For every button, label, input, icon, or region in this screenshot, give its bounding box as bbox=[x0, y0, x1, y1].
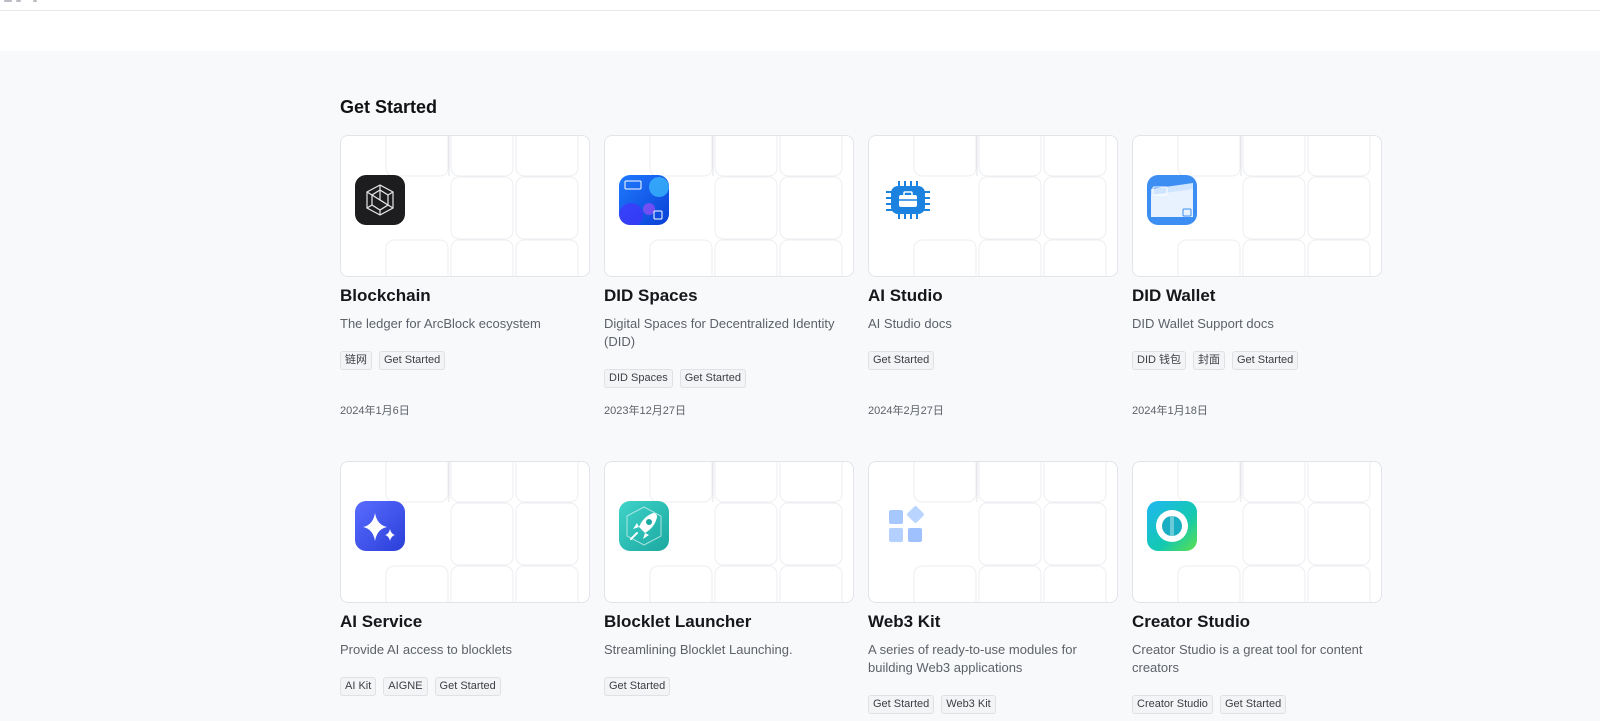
card-description: DID Wallet Support docs bbox=[1132, 316, 1274, 331]
card-title: Blocklet Launcher bbox=[604, 612, 752, 631]
card-thumbnail bbox=[1132, 461, 1382, 603]
card-thumbnail bbox=[1132, 135, 1382, 277]
did-spaces-icon bbox=[619, 175, 669, 225]
card-description: Digital Spaces for Decentralized Identit… bbox=[604, 316, 835, 349]
tag[interactable]: AI Kit bbox=[340, 677, 377, 696]
card-title: Blockchain bbox=[340, 286, 431, 305]
tag[interactable]: Get Started bbox=[379, 351, 446, 370]
header-divider bbox=[0, 10, 1600, 11]
section-title: Get Started bbox=[340, 97, 438, 117]
card-thumbnail bbox=[604, 135, 854, 277]
tag[interactable]: Web3 Kit bbox=[941, 695, 996, 714]
tag[interactable]: DID 钱包 bbox=[1132, 351, 1186, 370]
card-tags: DID 钱包 封面 Get Started bbox=[1132, 351, 1299, 370]
tag[interactable]: Get Started bbox=[679, 369, 746, 388]
card-tags: Get Started bbox=[868, 351, 935, 370]
tag[interactable]: Get Started bbox=[1232, 351, 1299, 370]
card-thumbnail bbox=[868, 461, 1118, 603]
card-title: Web3 Kit bbox=[868, 612, 941, 631]
card-title: Creator Studio bbox=[1132, 612, 1251, 631]
card-tags: Get Started bbox=[604, 677, 671, 696]
card-description: Streamlining Blocklet Launching. bbox=[604, 642, 793, 657]
tag[interactable]: Creator Studio bbox=[1132, 695, 1213, 714]
card-tags: Get Started Web3 Kit bbox=[868, 695, 996, 714]
tag[interactable]: AIGNE bbox=[383, 677, 428, 696]
creator-studio-ring-icon bbox=[1147, 501, 1197, 551]
tag[interactable]: Get Started bbox=[604, 677, 671, 696]
web3-kit-blocks-icon bbox=[883, 501, 933, 551]
card-description: The ledger for ArcBlock ecosystem bbox=[340, 316, 541, 331]
card-thumbnail bbox=[340, 135, 590, 277]
tag[interactable]: DID Spaces bbox=[604, 369, 673, 388]
card-description: A series of ready-to-use modules for bui… bbox=[868, 642, 1077, 675]
header-logo-fragment bbox=[0, 0, 70, 4]
tag[interactable]: Get Started bbox=[1219, 695, 1287, 714]
card-description: AI Studio docs bbox=[868, 316, 952, 331]
card-tags: DID Spaces Get Started bbox=[604, 369, 746, 388]
ai-studio-chip-icon bbox=[883, 175, 933, 225]
card-title: DID Wallet bbox=[1132, 286, 1216, 305]
did-wallet-icon bbox=[1147, 175, 1197, 225]
card-tags: Creator Studio Get Started bbox=[1132, 695, 1287, 714]
card-date: 2024年2月27日 bbox=[868, 405, 944, 417]
card-date: 2024年1月6日 bbox=[340, 405, 410, 417]
card-description: Creator Studio is a great tool for conte… bbox=[1132, 642, 1363, 675]
card-tags: 链网 Get Started bbox=[340, 351, 446, 370]
card-tags: AI Kit AIGNE Get Started bbox=[340, 677, 501, 696]
blockchain-cube-icon bbox=[355, 175, 405, 225]
card-title: AI Service bbox=[340, 612, 423, 631]
tag[interactable]: Get Started bbox=[434, 677, 501, 696]
tag[interactable]: Get Started bbox=[868, 351, 935, 370]
card-title: AI Studio bbox=[868, 286, 943, 305]
tag[interactable]: Get Started bbox=[868, 695, 935, 714]
card-thumbnail bbox=[868, 135, 1118, 277]
ai-service-sparkle-icon bbox=[355, 501, 405, 551]
blocklet-launcher-rocket-icon bbox=[619, 501, 669, 551]
card-date: 2023年12月27日 bbox=[604, 405, 686, 417]
card-thumbnail bbox=[604, 461, 854, 603]
card-title: DID Spaces bbox=[604, 286, 698, 305]
top-header bbox=[0, 0, 1600, 51]
card-date: 2024年1月18日 bbox=[1132, 405, 1208, 417]
card-thumbnail bbox=[340, 461, 590, 603]
tag[interactable]: 链网 bbox=[340, 351, 372, 370]
tag[interactable]: 封面 bbox=[1193, 351, 1225, 370]
card-description: Provide AI access to blocklets bbox=[340, 642, 512, 657]
